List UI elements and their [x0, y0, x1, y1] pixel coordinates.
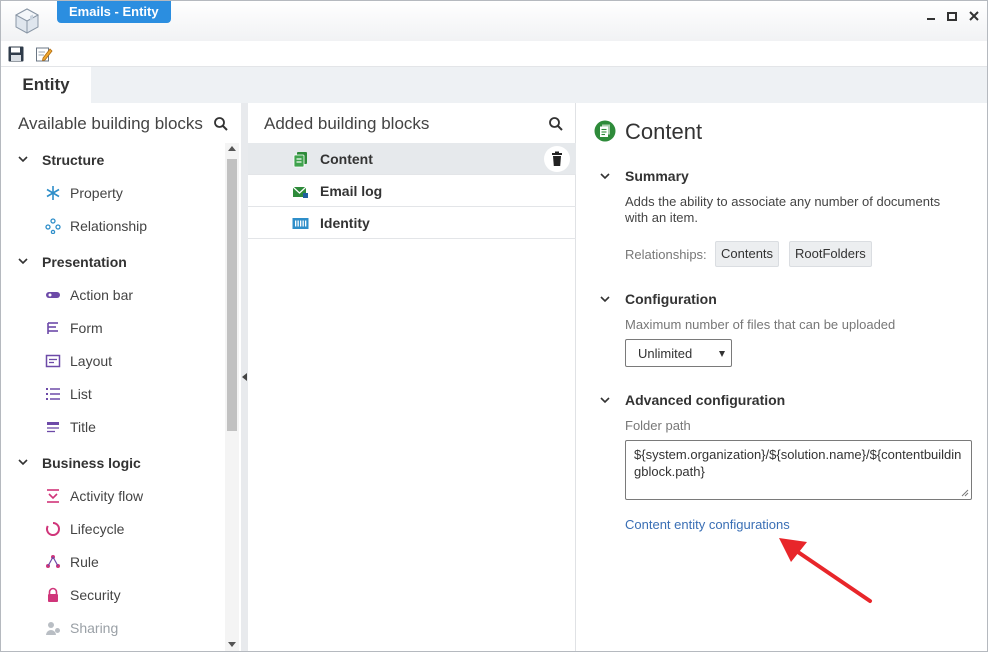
window-title: Emails - Entity: [57, 1, 171, 23]
block-label: Security: [70, 587, 121, 603]
group-label: Presentation: [42, 254, 127, 270]
minimize-button[interactable]: [923, 8, 939, 24]
maximize-icon: [947, 12, 957, 21]
added-item-content[interactable]: Content: [248, 143, 576, 175]
search-icon[interactable]: [213, 116, 229, 132]
trash-icon: [552, 151, 562, 166]
content-icon: [293, 152, 307, 168]
detail-title: Content: [625, 119, 703, 144]
chevron-down-icon: [600, 173, 610, 180]
scroll-thumb[interactable]: [227, 159, 237, 431]
search-icon[interactable]: [548, 116, 564, 132]
block-label: Relationship: [70, 218, 148, 234]
tab-strip: Entity: [1, 67, 987, 103]
delete-button[interactable]: [544, 146, 570, 172]
action-bar-icon: [46, 292, 60, 298]
section-label: Configuration: [625, 291, 717, 307]
folder-path-value: ${system.organization}/${solution.name}/…: [634, 447, 962, 479]
edit-icon[interactable]: [35, 45, 53, 63]
title-icon: [47, 422, 59, 433]
max-files-select[interactable]: Unlimited: [625, 339, 732, 367]
summary-description: Adds the ability to associate any number…: [625, 194, 941, 225]
close-button[interactable]: [966, 8, 982, 24]
added-item-email-log[interactable]: Email log: [248, 175, 576, 207]
chevron-down-icon: [18, 258, 28, 265]
dropdown-arrow-icon: [719, 351, 725, 357]
save-icon[interactable]: [7, 45, 25, 63]
collapse-left-arrow-icon[interactable]: [242, 373, 247, 381]
scroll-down-arrow-icon[interactable]: [228, 642, 236, 647]
panel-splitter[interactable]: [241, 103, 248, 651]
form-icon: [47, 322, 58, 334]
close-icon: [969, 11, 979, 21]
folder-path-label: Folder path: [625, 418, 691, 433]
added-item-identity[interactable]: Identity: [248, 207, 576, 239]
block-label: Property: [70, 185, 123, 201]
chevron-down-icon: [18, 459, 28, 466]
block-label: Action bar: [70, 287, 134, 303]
chevron-down-icon: [18, 156, 28, 163]
title-bar: Emails - Entity: [1, 1, 987, 41]
minimize-icon: [927, 18, 935, 20]
relationship-icon: [45, 218, 61, 234]
added-blocks-title: Added building blocks: [264, 114, 430, 133]
chevron-down-icon: [600, 397, 610, 404]
toolbar: [1, 41, 987, 67]
folder-path-input[interactable]: ${system.organization}/${solution.name}/…: [625, 440, 972, 500]
added-blocks-panel: Added building blocks Content Email log …: [248, 103, 576, 651]
app-window: Emails - Entity Entity Available buildin…: [0, 0, 988, 652]
section-label: Summary: [625, 168, 689, 184]
relationships-label: Relationships:: [625, 247, 707, 262]
block-label: Title: [70, 419, 96, 435]
content-icon: [594, 120, 616, 142]
block-label: List: [70, 386, 92, 402]
block-label: Rule: [70, 554, 99, 570]
chevron-down-icon: [600, 296, 610, 303]
red-annotation-arrow-icon: [779, 538, 872, 603]
identity-icon: [292, 218, 309, 229]
group-label: Structure: [42, 152, 105, 168]
app-cube-logo-icon: [14, 8, 40, 34]
content-entity-configurations-link[interactable]: Content entity configurations: [625, 517, 790, 532]
detail-panel: Content Summary Adds the ability to asso…: [577, 103, 987, 651]
block-label: Activity flow: [70, 488, 144, 504]
rule-icon: [46, 555, 60, 568]
available-blocks-title: Available building blocks: [18, 114, 203, 133]
added-item-label: Identity: [320, 215, 370, 231]
relationship-chip-rootfolders[interactable]: RootFolders: [789, 241, 872, 267]
relationship-chip-contents[interactable]: Contents: [715, 241, 780, 267]
lifecycle-icon: [46, 522, 60, 536]
resize-grip-icon[interactable]: [961, 489, 969, 497]
scroll-up-arrow-icon[interactable]: [228, 146, 236, 151]
tab-entity[interactable]: Entity: [1, 67, 91, 103]
block-label: Sharing: [70, 620, 119, 636]
group-label: Business logic: [42, 455, 141, 471]
block-label: Layout: [70, 353, 113, 369]
lock-icon: [48, 587, 58, 602]
added-item-label: Email log: [320, 183, 383, 199]
max-files-label: Maximum number of files that can be uplo…: [625, 317, 896, 332]
email-log-icon: [292, 186, 308, 198]
maximize-button[interactable]: [944, 8, 960, 24]
available-blocks-panel: Available building blocks Structure Prop…: [1, 103, 241, 651]
section-label: Advanced configuration: [625, 392, 786, 408]
layout-icon: [45, 354, 61, 368]
activity-flow-icon: [47, 489, 59, 503]
added-item-label: Content: [320, 151, 373, 167]
list-icon: [46, 388, 60, 400]
block-label: Form: [70, 320, 103, 336]
max-files-value: Unlimited: [638, 346, 693, 361]
left-scrollbar[interactable]: [225, 143, 239, 651]
asterisk-icon: [46, 186, 60, 200]
sharing-icon: [46, 622, 60, 635]
block-label: Lifecycle: [70, 521, 125, 537]
